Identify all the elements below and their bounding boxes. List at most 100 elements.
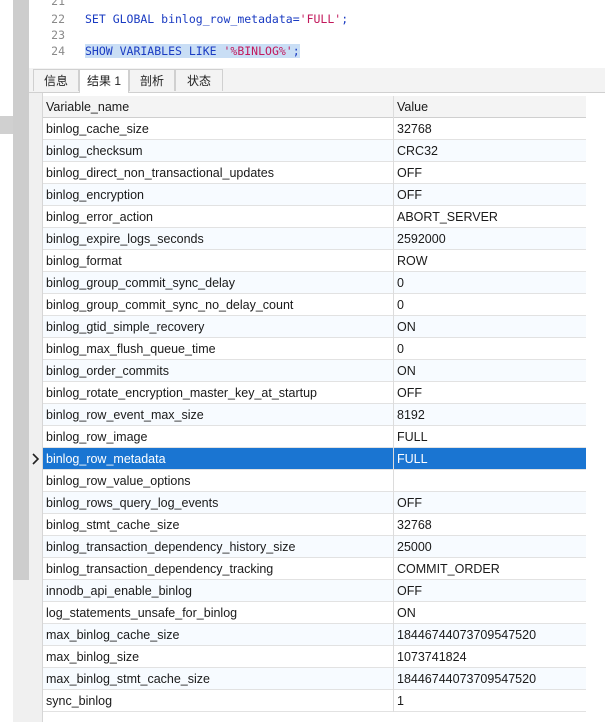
value-cell[interactable]: OFF: [394, 184, 586, 206]
variable-name-cell[interactable]: sync_binlog: [43, 690, 394, 712]
line-number: 22: [51, 12, 65, 26]
table-row[interactable]: binlog_checksum CRC32: [43, 140, 586, 162]
value-cell[interactable]: ON: [394, 360, 586, 382]
variable-name-cell[interactable]: binlog_cache_size: [43, 118, 394, 140]
editor-line[interactable]: 22 SET GLOBAL binlog_row_metadata='FULL';: [29, 11, 605, 27]
value-cell[interactable]: ABORT_SERVER: [394, 206, 586, 228]
variable-name-cell[interactable]: log_statements_unsafe_for_binlog: [43, 602, 394, 624]
column-header-row[interactable]: Variable_name Value: [43, 96, 586, 118]
table-row[interactable]: binlog_error_action ABORT_SERVER: [43, 206, 586, 228]
table-row[interactable]: binlog_row_event_max_size 8192: [43, 404, 586, 426]
variable-name-cell[interactable]: binlog_stmt_cache_size: [43, 514, 394, 536]
sql-editor[interactable]: 21 22 SET GLOBAL binlog_row_metadata='FULL…: [29, 0, 605, 62]
table-row[interactable]: binlog_direct_non_transactional_updates O…: [43, 162, 586, 184]
variable-name-cell[interactable]: binlog_row_value_options: [43, 470, 394, 492]
value-cell[interactable]: [394, 470, 586, 492]
value-cell[interactable]: OFF: [394, 162, 586, 184]
table-row[interactable]: binlog_rows_query_log_events OFF: [43, 492, 586, 514]
variable-name-cell[interactable]: binlog_rotate_encryption_master_key_at_s…: [43, 382, 394, 404]
table-row[interactable]: binlog_rotate_encryption_master_key_at_s…: [43, 382, 586, 404]
value-cell[interactable]: 32768: [394, 514, 586, 536]
variable-name-cell[interactable]: binlog_checksum: [43, 140, 394, 162]
vertical-scrollbar[interactable]: [13, 0, 29, 580]
table-row[interactable]: max_binlog_cache_size 1844674407370954752…: [43, 624, 586, 646]
table-row[interactable]: binlog_group_commit_sync_delay 0: [43, 272, 586, 294]
variable-name-cell[interactable]: binlog_row_image: [43, 426, 394, 448]
value-cell[interactable]: 18446744073709547520: [394, 624, 586, 646]
value-cell[interactable]: FULL: [394, 448, 586, 470]
tab-2[interactable]: 结果 1: [79, 69, 129, 93]
value-cell[interactable]: CRC32: [394, 140, 586, 162]
table-row[interactable]: innodb_api_enable_binlog OFF: [43, 580, 586, 602]
value-cell[interactable]: OFF: [394, 492, 586, 514]
value-cell[interactable]: 0: [394, 294, 586, 316]
variable-name-cell[interactable]: binlog_group_commit_sync_no_delay_count: [43, 294, 394, 316]
table-row[interactable]: max_binlog_size 1073741824: [43, 646, 586, 668]
table-row[interactable]: binlog_encryption OFF: [43, 184, 586, 206]
table-row[interactable]: binlog_row_value_options: [43, 470, 586, 492]
value-cell[interactable]: 0: [394, 338, 586, 360]
column-header-value[interactable]: Value: [394, 96, 586, 118]
result-grid[interactable]: Variable_name Value binlog_cache_size 32768…: [29, 93, 605, 722]
value-cell[interactable]: 0: [394, 272, 586, 294]
table-row[interactable]: binlog_row_metadata FULL: [43, 448, 586, 470]
value-cell[interactable]: 32768: [394, 118, 586, 140]
variable-name-cell[interactable]: max_binlog_stmt_cache_size: [43, 668, 394, 690]
line-number: 23: [51, 28, 65, 42]
value-cell[interactable]: 1: [394, 690, 586, 712]
variable-name-cell[interactable]: binlog_format: [43, 250, 394, 272]
table-row[interactable]: binlog_row_image FULL: [43, 426, 586, 448]
value-cell[interactable]: 8192: [394, 404, 586, 426]
table-row[interactable]: binlog_expire_logs_seconds 2592000: [43, 228, 586, 250]
variable-name-cell[interactable]: innodb_api_enable_binlog: [43, 580, 394, 602]
table-row[interactable]: binlog_max_flush_queue_time 0: [43, 338, 586, 360]
value-cell[interactable]: 18446744073709547520: [394, 668, 586, 690]
variable-name-cell[interactable]: binlog_row_event_max_size: [43, 404, 394, 426]
value-cell[interactable]: OFF: [394, 382, 586, 404]
keyword-token: SET GLOBAL binlog_row_metadata=: [85, 12, 300, 26]
table-row[interactable]: log_statements_unsafe_for_binlog ON: [43, 602, 586, 624]
value-cell[interactable]: 1073741824: [394, 646, 586, 668]
value-cell[interactable]: ON: [394, 602, 586, 624]
value-cell[interactable]: ON: [394, 316, 586, 338]
tab-3[interactable]: 剖析: [129, 69, 175, 91]
value-cell[interactable]: FULL: [394, 426, 586, 448]
left-gutter: [0, 0, 13, 722]
variable-name-cell[interactable]: binlog_row_metadata: [43, 448, 394, 470]
variable-name-cell[interactable]: binlog_group_commit_sync_delay: [43, 272, 394, 294]
variable-name-cell[interactable]: binlog_rows_query_log_events: [43, 492, 394, 514]
value-cell[interactable]: 2592000: [394, 228, 586, 250]
variable-name-cell[interactable]: binlog_gtid_simple_recovery: [43, 316, 394, 338]
table-row[interactable]: binlog_order_commits ON: [43, 360, 586, 382]
editor-line[interactable]: 21: [29, 0, 605, 9]
tab-4[interactable]: 状态: [175, 69, 223, 91]
table-row[interactable]: binlog_transaction_dependency_history_si…: [43, 536, 586, 558]
editor-line[interactable]: 23: [29, 27, 605, 43]
value-cell[interactable]: 25000: [394, 536, 586, 558]
editor-line[interactable]: 24 SHOW VARIABLES LIKE '%BINLOG%';: [29, 43, 605, 59]
variable-name-cell[interactable]: max_binlog_cache_size: [43, 624, 394, 646]
column-header-variable-name[interactable]: Variable_name: [43, 96, 394, 118]
table-row[interactable]: binlog_stmt_cache_size 32768: [43, 514, 586, 536]
table-row[interactable]: max_binlog_stmt_cache_size 18446744073709…: [43, 668, 586, 690]
variable-name-cell[interactable]: binlog_error_action: [43, 206, 394, 228]
table-row[interactable]: binlog_gtid_simple_recovery ON: [43, 316, 586, 338]
variable-name-cell[interactable]: binlog_direct_non_transactional_updates: [43, 162, 394, 184]
variable-name-cell[interactable]: binlog_transaction_dependency_history_si…: [43, 536, 394, 558]
scrollbar-track[interactable]: [13, 580, 29, 722]
variable-name-cell[interactable]: binlog_encryption: [43, 184, 394, 206]
table-row[interactable]: binlog_transaction_dependency_tracking CO…: [43, 558, 586, 580]
variable-name-cell[interactable]: max_binlog_size: [43, 646, 394, 668]
value-cell[interactable]: ROW: [394, 250, 586, 272]
variable-name-cell[interactable]: binlog_expire_logs_seconds: [43, 228, 394, 250]
variable-name-cell[interactable]: binlog_order_commits: [43, 360, 394, 382]
variable-name-cell[interactable]: binlog_transaction_dependency_tracking: [43, 558, 394, 580]
variable-name-cell[interactable]: binlog_max_flush_queue_time: [43, 338, 394, 360]
value-cell[interactable]: COMMIT_ORDER: [394, 558, 586, 580]
table-row[interactable]: binlog_cache_size 32768: [43, 118, 586, 140]
table-row[interactable]: sync_binlog 1: [43, 690, 586, 712]
table-row[interactable]: binlog_group_commit_sync_no_delay_count 0: [43, 294, 586, 316]
table-row[interactable]: binlog_format ROW: [43, 250, 586, 272]
value-cell[interactable]: OFF: [394, 580, 586, 602]
tab-1[interactable]: 信息: [33, 69, 79, 91]
